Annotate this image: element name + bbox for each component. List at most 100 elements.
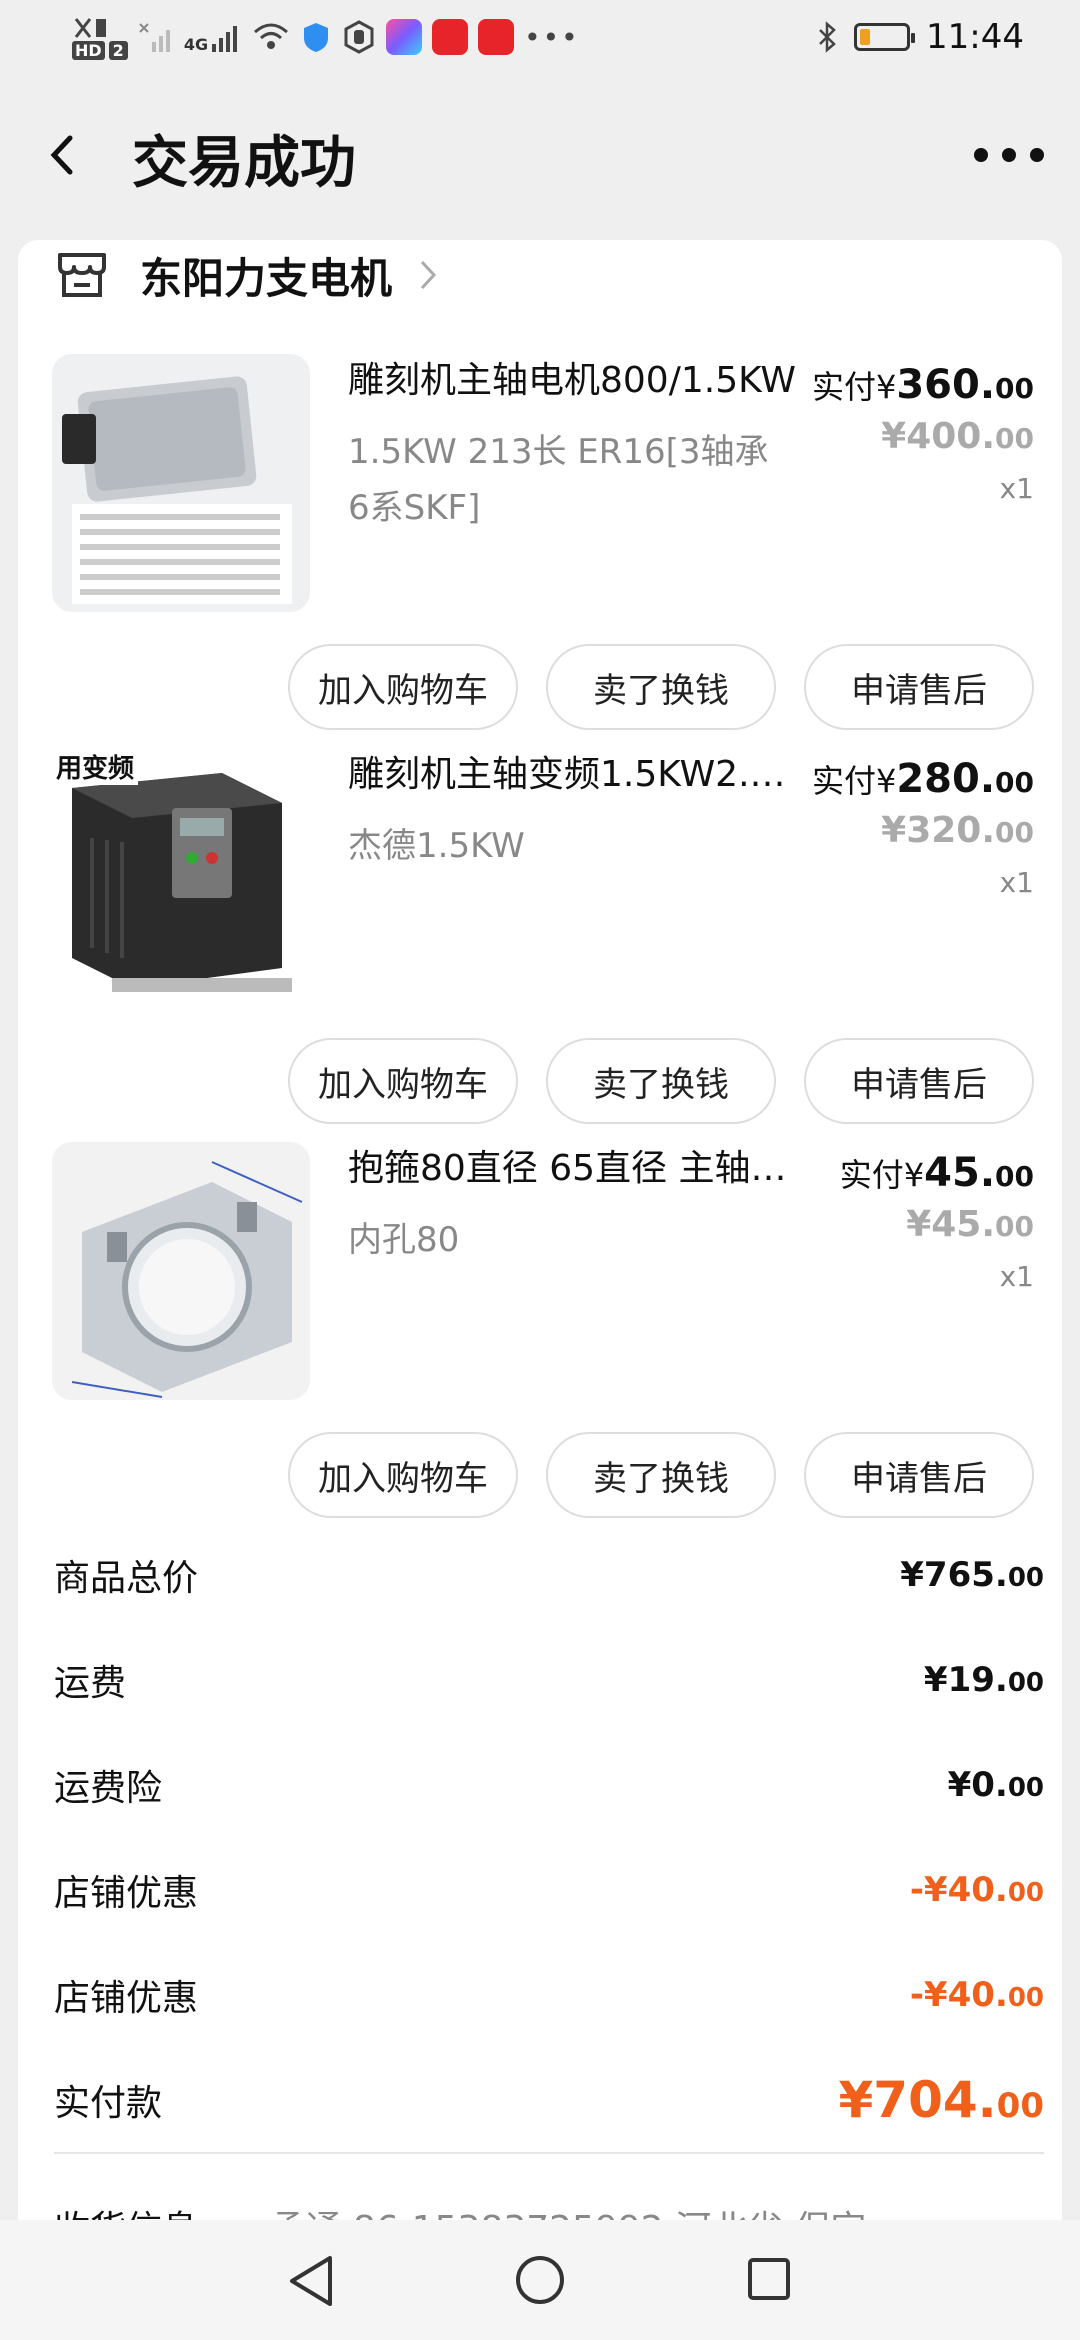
add-to-cart-button[interactable]: 加入购物车 [288,1432,518,1518]
orig-dec: 00 [995,816,1034,849]
product-spec: 杰德1.5KW [348,826,525,866]
spindle-motor-image [52,354,310,612]
price-column: 实付¥360.00 ¥400.00 x1 [774,360,1034,516]
paid-currency: ¥ [903,1156,925,1194]
summary-label: 运费险 [54,1768,163,1809]
resell-button[interactable]: 卖了换钱 [546,1038,776,1124]
product-image-clamp[interactable] [52,1142,310,1400]
after-sale-button[interactable]: 申请售后 [804,1038,1034,1124]
summary-row-paid-total: 实付款 ¥704.00 [54,2065,1044,2135]
after-sale-button[interactable]: 申请售后 [804,644,1034,730]
signal-weak-icon [139,23,170,52]
chevron-right-icon [420,260,437,290]
paid-price: 实付¥45.00 [774,1148,1034,1202]
original-price: ¥45.00 [774,1202,1034,1250]
paid-dec: 00 [995,1160,1034,1193]
paid-int: 360. [896,362,996,408]
order-item: 抱箍80直径 65直径 主轴电机 内孔80 实付¥45.00 ¥45.00 x1… [18,1142,1062,1537]
summary-value: ¥0.00 [948,1765,1044,1805]
quantity: x1 [999,866,1034,899]
summary-value: ¥704.00 [839,2071,1044,2129]
summary-label: 运费 [54,1663,127,1704]
nav-home-icon[interactable] [514,2254,566,2306]
nav-back-icon[interactable] [286,2254,336,2308]
battery-icon [854,23,916,51]
summary-value-int: ¥704. [838,2071,997,2129]
order-item: 用变频 雕刻机主轴变频1.5KW2.2KW 杰德1.5KW 实付¥280.00 … [18,748,1062,1143]
orig-dec: 00 [995,422,1034,455]
quantity: x1 [999,1260,1034,1293]
summary-row-shipping-insurance: 运费险 ¥0.00 [54,1750,1044,1820]
hd-badge: HD [72,40,105,60]
price-column: 实付¥45.00 ¥45.00 x1 [774,1148,1034,1304]
add-to-cart-button[interactable]: 加入购物车 [288,644,518,730]
summary-row-shop-discount: 店铺优惠 -¥40.00 [54,1960,1044,2030]
paid-currency: ¥ [875,762,897,800]
inverter-image [52,748,310,1006]
orig-int: ¥400. [881,416,996,457]
hand-icon [344,20,374,54]
order-item: 雕刻机主轴电机800/1.5KW 1.5KW 213长 ER16[3轴承 6系S… [18,354,1062,749]
original-price: ¥400.00 [774,414,1034,462]
summary-value-int: -¥40. [909,1975,1008,2015]
paid-int: 280. [896,756,996,802]
paid-label: 实付 [811,762,876,800]
add-to-cart-button[interactable]: 加入购物车 [288,1038,518,1124]
orig-int: ¥45. [906,1204,996,1245]
paid-currency: ¥ [875,368,897,406]
product-title[interactable]: 雕刻机主轴变频1.5KW2.2KW [348,748,798,802]
shield-icon [304,23,329,52]
bluetooth-icon [819,21,836,53]
summary-label: 实付款 [54,2083,163,2124]
summary-value-dec: 00 [1007,1668,1044,1698]
paid-dec: 00 [995,372,1034,405]
summary-value: -¥40.00 [910,1870,1044,1910]
paid-label: 实付 [839,1156,904,1194]
summary-value: ¥765.00 [900,1555,1044,1595]
paid-dec: 00 [995,766,1034,799]
paid-price: 实付¥280.00 [774,754,1034,808]
summary-value-int: ¥765. [900,1555,1008,1595]
summary-value-int: ¥19. [923,1660,1008,1700]
product-image-inverter[interactable]: 用变频 [52,748,310,1006]
nav-recent-apps-icon[interactable] [746,2256,792,2302]
inverter-image-caption: 用变频 [52,748,139,785]
summary-label: 店铺优惠 [54,1873,199,1914]
orig-int: ¥320. [881,810,996,851]
summary-label: 店铺优惠 [54,1978,199,2019]
page-title: 交易成功 [132,131,356,196]
resell-button[interactable]: 卖了换钱 [546,1432,776,1518]
product-title[interactable]: 雕刻机主轴电机800/1.5KW [348,354,798,408]
summary-value: -¥40.00 [910,1975,1044,2015]
orig-dec: 00 [995,1210,1034,1243]
back-arrow-icon[interactable] [44,130,84,180]
network-label: 4G [183,35,209,54]
summary-row-shop-discount: 店铺优惠 -¥40.00 [54,1855,1044,1925]
product-title[interactable]: 抱箍80直径 65直径 主轴电机 [348,1142,798,1196]
tmall-notification-icon [478,19,515,55]
shop-name: 东阳力支电机 [140,253,393,303]
summary-label: 商品总价 [54,1558,199,1599]
no-signal-icon [74,17,106,38]
summary-value-dec: 00 [1007,1563,1044,1593]
product-image-spindle[interactable] [52,354,310,612]
more-notifications-icon: ••• [524,20,580,54]
after-sale-button[interactable]: 申请售后 [804,1432,1034,1518]
divider [54,2152,1044,2154]
store-icon [58,253,106,297]
summary-value-dec: 00 [1007,1878,1044,1908]
item-actions: 加入购物车 卖了换钱 申请售后 [288,1038,1034,1124]
resell-button[interactable]: 卖了换钱 [546,644,776,730]
paid-price: 实付¥360.00 [774,360,1034,414]
product-spec: 1.5KW 213长 ER16[3轴承 6系SKF] [348,432,769,528]
status-bar: HD 2 4G ••• 11:44 [0,0,1080,72]
signal-bars-icon [212,26,238,52]
status-icons-right: 11:44 [816,10,1024,64]
original-price: ¥320.00 [774,808,1034,856]
summary-value-int: ¥0. [947,1765,1008,1805]
more-options-icon[interactable] [974,140,1044,170]
clock: 11:44 [926,17,1024,57]
quantity: x1 [999,472,1034,505]
shop-header[interactable]: 东阳力支电机 [54,240,438,310]
system-navigation-bar [0,2220,1080,2340]
